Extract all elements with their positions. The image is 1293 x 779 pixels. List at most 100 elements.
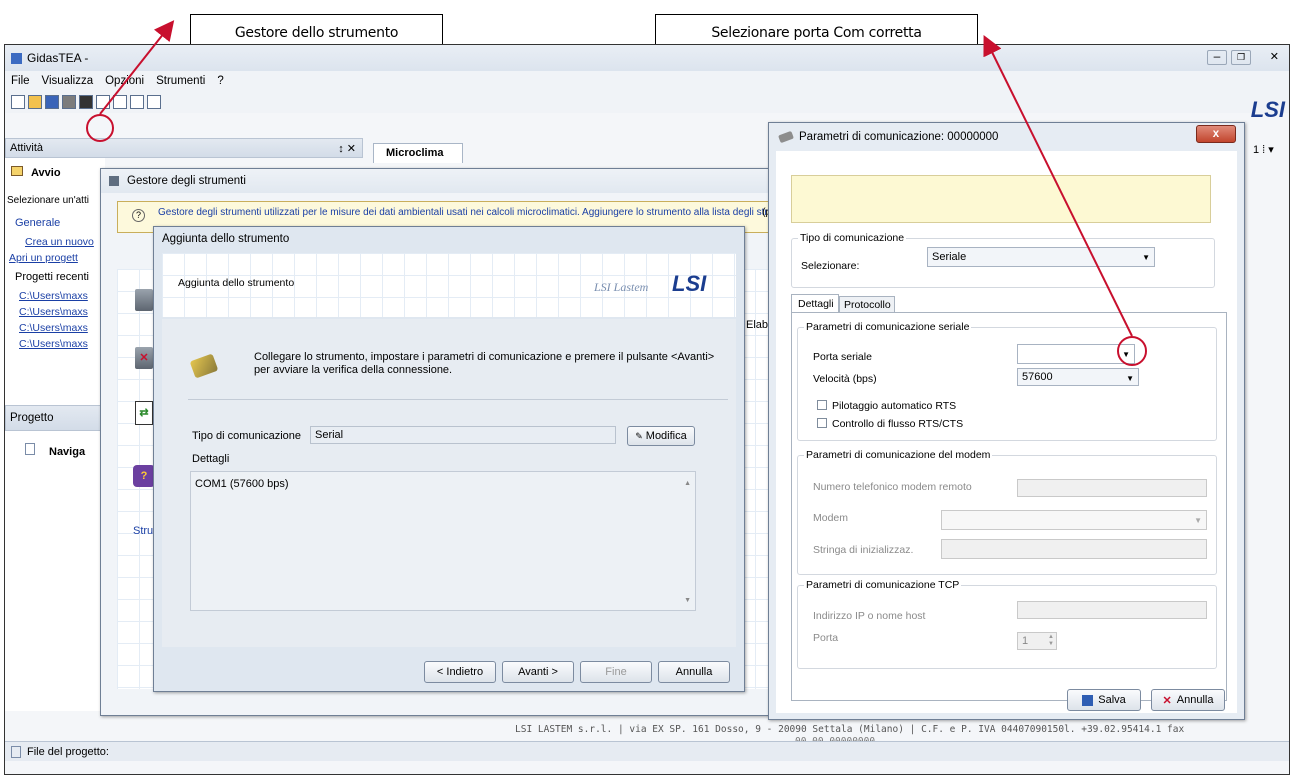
- stepper-arrows-icon[interactable]: ▲ ▼: [1048, 634, 1054, 648]
- cancel-button[interactable]: Annulla: [658, 661, 730, 683]
- tcp-group: Parametri di comunicazione TCP: [797, 579, 1217, 669]
- tab-protocol[interactable]: Protocollo: [839, 296, 895, 313]
- tab-microclima[interactable]: Microclima: [373, 143, 463, 163]
- brand-logo: LSI: [1250, 97, 1285, 122]
- home-icon: [11, 166, 23, 176]
- project-panel: Naviga: [5, 431, 105, 711]
- new-file-icon[interactable]: [11, 95, 25, 109]
- tcp-group-label: Parametri di comunicazione TCP: [804, 579, 962, 591]
- main-title-bar: GidasTEA - – ❐ ✕: [5, 45, 1289, 71]
- plug-icon: [778, 130, 794, 144]
- instructions-separator: [188, 399, 728, 400]
- calculator-icon[interactable]: [79, 95, 93, 109]
- help-icon: ?: [132, 209, 145, 222]
- instrument-manager-icon[interactable]: [62, 95, 76, 109]
- table-icon[interactable]: [130, 95, 144, 109]
- refresh-instrument-icon[interactable]: ⇄: [135, 401, 153, 425]
- recent-project-item[interactable]: C:\Users\maxs: [19, 338, 88, 350]
- comm-type-label: Tipo di comunicazione: [192, 430, 302, 442]
- navigator-item[interactable]: Naviga: [25, 443, 85, 458]
- scroll-down-icon[interactable]: ▼: [684, 597, 691, 604]
- home-item[interactable]: Avvio: [11, 166, 61, 179]
- navigator-icon: [25, 443, 35, 455]
- pencil-icon: ✎: [635, 430, 643, 441]
- chevron-down-icon: ▼: [1142, 253, 1150, 262]
- menu-view[interactable]: Visualizza: [42, 75, 94, 87]
- close-button[interactable]: ✕: [1270, 50, 1279, 63]
- init-string-label: Stringa di inizializzaz.: [813, 544, 914, 556]
- add-instrument-header: Aggiunta dello strumento LSI Lastem LSI: [162, 253, 736, 317]
- select-activity-text: Selezionare un'atti: [7, 195, 89, 206]
- add-instrument-dialog: Aggiunta dello strumento Aggiunta dello …: [153, 226, 745, 692]
- chart-icon[interactable]: [96, 95, 110, 109]
- instrument-manager-title-bar: Gestore degli strumenti: [101, 169, 789, 193]
- help-book-icon[interactable]: ?: [133, 465, 155, 487]
- maximize-button[interactable]: ❐: [1231, 50, 1251, 65]
- modem-label: Modem: [813, 512, 849, 524]
- chevron-down-icon: ▼: [1126, 374, 1134, 383]
- footer-text: LSI LASTEM s.r.l. | via EX SP. 161 Dosso…: [515, 724, 1185, 735]
- menu-tools[interactable]: Strumenti: [156, 75, 205, 87]
- rts-checkbox-box[interactable]: [817, 400, 827, 410]
- remote-number-label: Numero telefonico modem remoto: [813, 481, 972, 493]
- cancel-button[interactable]: ✕ Annulla: [1151, 689, 1225, 711]
- status-bar: File del progetto:: [5, 741, 1289, 761]
- file-icon: [11, 745, 21, 758]
- flow-control-checkbox-box[interactable]: [817, 418, 827, 428]
- save-button[interactable]: Salva: [1067, 689, 1141, 711]
- tcp-port-label: Porta: [813, 632, 839, 644]
- minimize-button[interactable]: –: [1207, 50, 1227, 65]
- add-instrument-heading: Aggiunta dello strumento: [178, 277, 295, 289]
- ip-host-input[interactable]: [1017, 601, 1207, 619]
- tab-strip-controls[interactable]: 1 ⁞ ▾: [1253, 143, 1274, 156]
- comm-params-dialog: Parametri di comunicazione: 00000000 x T…: [768, 122, 1245, 720]
- project-file-status: File del progetto:: [27, 745, 109, 758]
- select-label: Selezionare:: [801, 260, 860, 272]
- close-button[interactable]: x: [1196, 125, 1236, 143]
- rts-checkbox[interactable]: Pilotaggio automatico RTS: [817, 400, 956, 412]
- elab-label: Elab: [746, 319, 769, 331]
- pin-close-icon[interactable]: ↕ ✕: [338, 142, 356, 155]
- recent-project-item[interactable]: C:\Users\maxs: [19, 322, 88, 334]
- remove-instrument-icon[interactable]: ✕: [135, 347, 153, 369]
- toolbar: [5, 91, 1289, 113]
- menu-help[interactable]: ?: [217, 75, 223, 87]
- open-folder-icon[interactable]: [28, 95, 42, 109]
- menu-options[interactable]: Opzioni: [105, 75, 144, 87]
- highlight-instrument-icon: [86, 114, 114, 142]
- instrument-icon: [109, 176, 119, 186]
- report-icon[interactable]: [113, 95, 127, 109]
- modify-button[interactable]: ✎ Modifica: [627, 426, 695, 446]
- scroll-up-icon[interactable]: ▲: [684, 480, 691, 487]
- speed-select[interactable]: 57600 ▼: [1017, 368, 1139, 386]
- create-new-link[interactable]: Crea un nuovo: [25, 236, 94, 248]
- recent-projects-heading: Progetti recenti: [15, 271, 89, 283]
- comm-type-field: Serial: [310, 426, 616, 444]
- open-project-link[interactable]: Apri un progett: [9, 252, 78, 264]
- next-button[interactable]: Avanti >: [502, 661, 574, 683]
- comm-params-title-bar: Parametri di comunicazione: 00000000 x: [769, 123, 1244, 151]
- flow-control-checkbox[interactable]: Controllo di flusso RTS/CTS: [817, 418, 963, 430]
- highlight-serial-port-arrow: [1117, 336, 1147, 366]
- comm-type-select[interactable]: Seriale ▼: [927, 247, 1155, 267]
- recent-project-item[interactable]: C:\Users\maxs: [19, 290, 88, 302]
- modem-select[interactable]: ▼: [941, 510, 1207, 530]
- add-instrument-icon[interactable]: [135, 289, 153, 311]
- general-heading: Generale: [15, 217, 61, 229]
- activities-panel: Avvio Selezionare un'atti Generale Crea …: [5, 158, 105, 405]
- recent-project-item[interactable]: C:\Users\maxs: [19, 306, 88, 318]
- project-panel-header: Progetto: [5, 405, 105, 431]
- tcp-port-stepper[interactable]: 1 ▲ ▼: [1017, 632, 1057, 650]
- finish-button[interactable]: Fine: [580, 661, 652, 683]
- tab-details[interactable]: Dettagli: [791, 294, 839, 313]
- chevron-down-icon: ▼: [1194, 516, 1202, 525]
- cancel-icon: ✕: [1162, 694, 1172, 707]
- back-button[interactable]: < Indietro: [424, 661, 496, 683]
- menu-file[interactable]: File: [11, 75, 30, 87]
- app-icon: [11, 52, 22, 64]
- init-string-input[interactable]: [941, 539, 1207, 559]
- page-icon[interactable]: [147, 95, 161, 109]
- remote-number-input[interactable]: [1017, 479, 1207, 497]
- activities-panel-header: Attività ↕ ✕: [5, 138, 363, 158]
- save-icon[interactable]: [45, 95, 59, 109]
